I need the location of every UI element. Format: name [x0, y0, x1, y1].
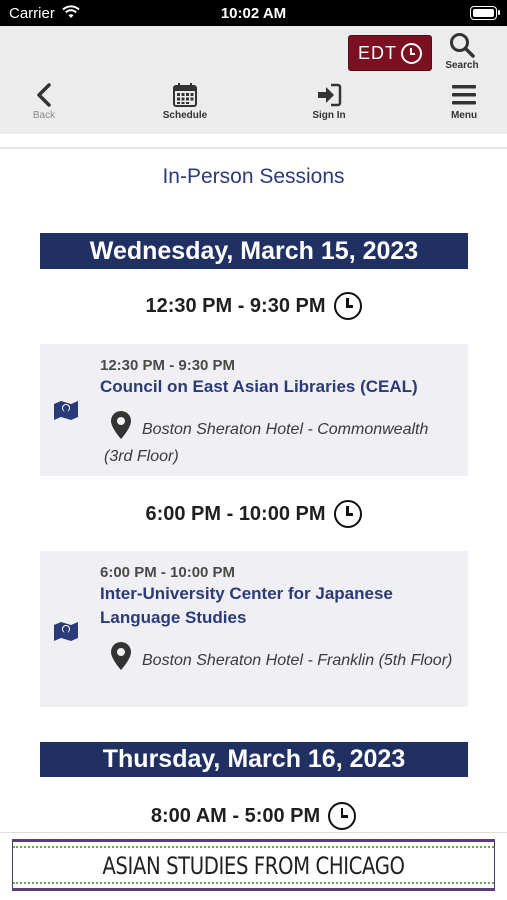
session-location: Boston Sheraton Hotel - Commonwealth (3r… — [104, 410, 456, 470]
session-card[interactable]: 6:00 PM - 10:00 PM Inter-University Cent… — [40, 551, 468, 707]
time-slot-label: 6:00 PM - 10:00 PM — [145, 502, 326, 525]
search-label: Search — [445, 60, 479, 71]
session-time: 6:00 PM - 10:00 PM — [100, 564, 236, 581]
schedule-button[interactable]: Schedule — [155, 82, 215, 128]
clock-icon — [333, 292, 362, 320]
time-slot-heading: 6:00 PM - 10:00 PM — [0, 499, 507, 529]
schedule-label: Schedule — [162, 110, 208, 121]
map-icon[interactable] — [53, 399, 79, 426]
session-title[interactable]: Inter-University Center for Japanese Lan… — [100, 582, 456, 630]
app-header: EDT Search Back Schedule Sign In Menu — [0, 26, 507, 134]
clock-icon — [328, 802, 357, 830]
menu-button[interactable]: Menu — [444, 82, 484, 128]
search-icon — [450, 33, 475, 58]
ad-box[interactable]: ASIAN STUDIES FROM CHICAGO — [12, 839, 495, 891]
time-slot-heading: 8:00 AM - 5:00 PM — [0, 801, 507, 831]
calendar-icon — [173, 83, 197, 107]
clock-time: 10:02 AM — [220, 5, 287, 22]
page-title: In-Person Sessions — [162, 165, 345, 188]
time-slot-heading: 12:30 PM - 9:30 PM — [0, 291, 507, 321]
clock-icon — [333, 500, 362, 528]
location-pin-icon — [111, 411, 131, 439]
ad-bottom-stripe — [12, 888, 495, 891]
back-button[interactable]: Back — [24, 82, 64, 128]
battery-icon — [470, 6, 500, 20]
session-title[interactable]: Council on East Asian Libraries (CEAL) — [100, 375, 456, 399]
session-time: 12:30 PM - 9:30 PM — [100, 357, 236, 374]
timezone-label: EDT — [358, 42, 397, 63]
location-pin-icon — [111, 642, 131, 670]
status-bar: Carrier 10:02 AM — [0, 0, 507, 26]
ad-text: ASIAN STUDIES FROM CHICAGO — [102, 852, 405, 880]
session-location: Boston Sheraton Hotel - Franklin (5th Fl… — [104, 641, 456, 674]
time-slot-label: 12:30 PM - 9:30 PM — [145, 294, 326, 317]
divider — [0, 147, 507, 149]
map-icon[interactable] — [53, 620, 79, 647]
sign-in-button[interactable]: Sign In — [299, 82, 359, 128]
search-button[interactable]: Search — [440, 32, 484, 74]
session-location-text: Boston Sheraton Hotel - Commonwealth (3r… — [104, 421, 429, 465]
back-label: Back — [32, 110, 56, 121]
sign-in-icon — [318, 83, 342, 107]
footer-ad-banner[interactable]: ASIAN STUDIES FROM CHICAGO — [0, 832, 507, 900]
day-header: Thursday, March 16, 2023 — [40, 742, 468, 777]
session-location-text: Boston Sheraton Hotel - Franklin (5th Fl… — [142, 652, 453, 669]
hamburger-icon — [452, 85, 476, 105]
menu-label: Menu — [450, 110, 478, 121]
chevron-left-icon — [37, 83, 51, 107]
ad-top-stripe — [12, 839, 495, 842]
sign-in-label: Sign In — [312, 110, 346, 121]
clock-icon — [401, 42, 422, 64]
time-slot-label: 8:00 AM - 5:00 PM — [150, 804, 321, 827]
session-card[interactable]: 12:30 PM - 9:30 PM Council on East Asian… — [40, 344, 468, 476]
timezone-button[interactable]: EDT — [348, 35, 432, 71]
day-header: Wednesday, March 15, 2023 — [40, 233, 468, 269]
